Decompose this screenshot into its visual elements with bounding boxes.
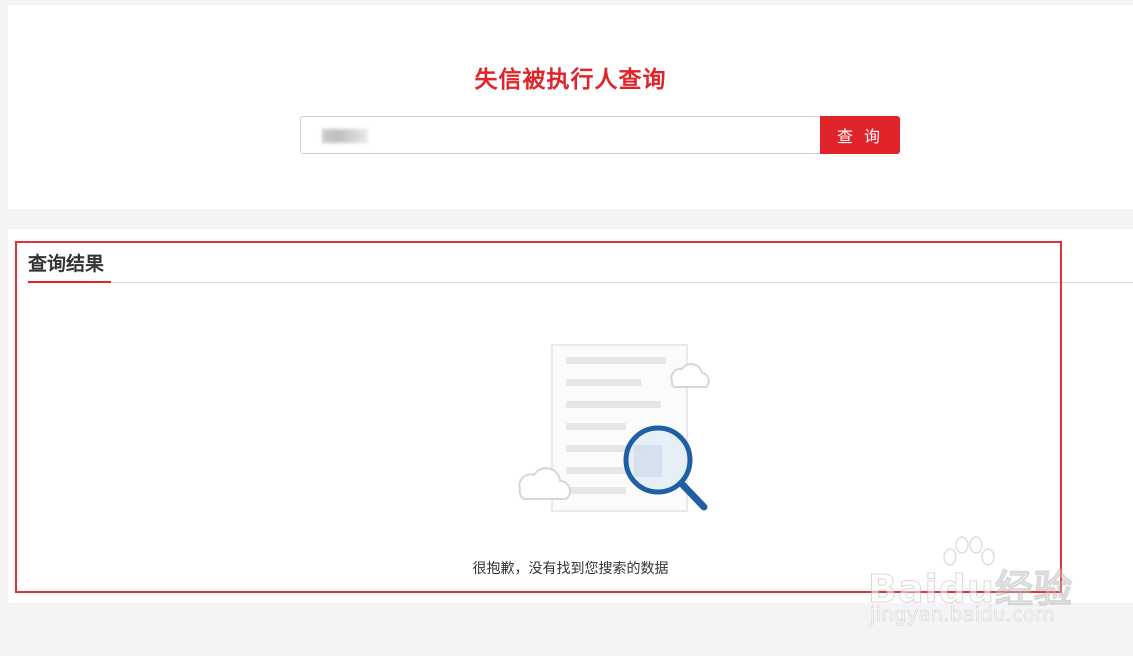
empty-state-illustration: [518, 344, 710, 512]
search-input[interactable]: [300, 116, 822, 154]
redacted-input-text: [322, 129, 368, 143]
header-divider: [28, 282, 1133, 283]
results-panel: 查询结果 很抱歉，没有找到您搜索的数据: [8, 229, 1133, 603]
watermark-url: jingyan.baidu.com: [870, 602, 1055, 627]
results-header: 查询结果: [28, 253, 105, 275]
empty-state-message: 很抱歉，没有找到您搜索的数据: [472, 561, 669, 577]
header-active-underline: [28, 281, 111, 283]
search-button[interactable]: 查 询: [820, 116, 900, 154]
search-panel: 失信被执行人查询: [8, 5, 1133, 209]
page-title: 失信被执行人查询: [474, 67, 667, 93]
